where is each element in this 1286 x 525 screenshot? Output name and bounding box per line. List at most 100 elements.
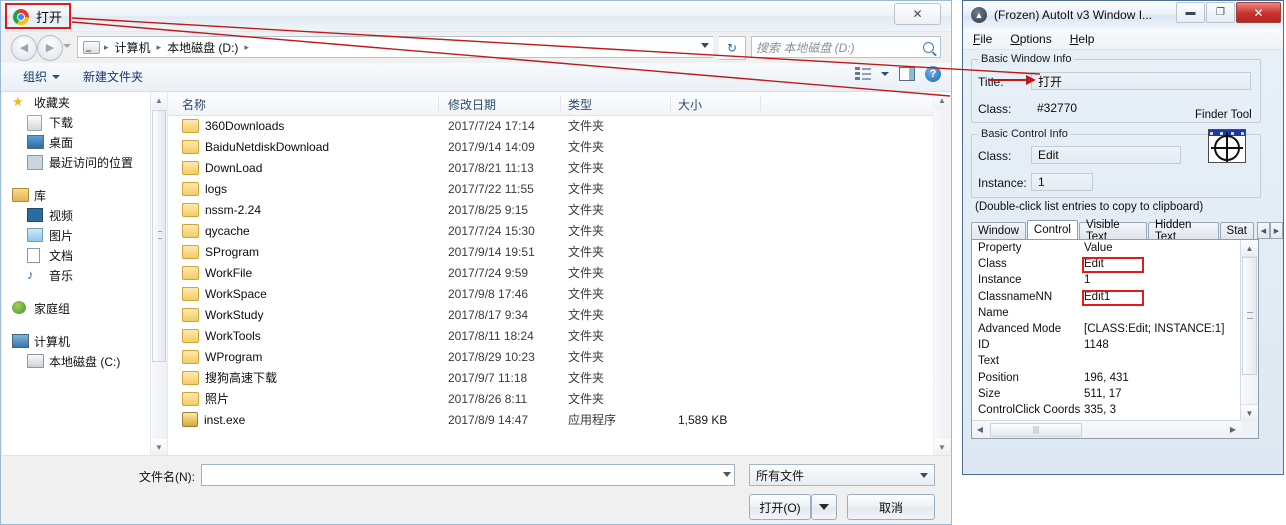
property-row[interactable]: ClassnameNN Edit1 <box>972 289 1241 305</box>
property-list-panel[interactable]: Property Value Class Edit Instance 1 Classname… <box>971 239 1259 439</box>
sidebar-item-1[interactable]: 下载 <box>2 112 150 132</box>
view-mode-chevron-down-icon[interactable] <box>881 72 889 76</box>
menu-file[interactable]: File <box>973 32 992 46</box>
column-divider[interactable] <box>670 96 671 111</box>
property-row[interactable]: Name <box>972 305 1241 321</box>
sidebar-item-6[interactable]: 图片 <box>2 225 150 245</box>
close-button[interactable]: ✕ <box>1236 2 1281 23</box>
table-row[interactable]: qycache 2017/7/24 15:30 文件夹 <box>168 220 933 241</box>
forward-button[interactable]: ▶ <box>37 35 63 61</box>
column-header-1[interactable]: 修改日期 <box>448 96 496 113</box>
sidebar-scrollbar[interactable]: ▲ ▼ <box>150 92 167 456</box>
table-row[interactable]: 360Downloads 2017/7/24 17:14 文件夹 <box>168 115 933 136</box>
list-scroll-up-arrow[interactable]: ▲ <box>934 92 950 109</box>
table-row[interactable]: 搜狗高速下载 2017/9/7 11:18 文件夹 <box>168 367 933 388</box>
control-class-value[interactable]: Edit <box>1031 146 1181 164</box>
menu-help[interactable]: Help <box>1070 32 1095 46</box>
refresh-button[interactable]: ↻ <box>719 36 746 60</box>
vertical-scroll-thumb[interactable] <box>1242 257 1257 375</box>
scroll-up-arrow[interactable]: ▲ <box>1241 240 1258 257</box>
tab-hidden-text[interactable]: Hidden Text <box>1147 219 1219 243</box>
sidebar-item-4[interactable]: 库 <box>2 185 150 205</box>
menu-options[interactable]: Options <box>1010 32 1051 46</box>
sidebar-item-10[interactable]: 计算机 <box>2 331 150 351</box>
breadcrumb-item-computer[interactable]: 计算机 <box>113 38 153 57</box>
sidebar-item-9[interactable]: 家庭组 <box>2 298 150 318</box>
sidebar-item-8[interactable]: ♪ 音乐 <box>2 265 150 285</box>
sidebar-scroll-thumb[interactable] <box>152 110 166 362</box>
tab-visible-text[interactable]: Visible Text <box>1078 219 1147 243</box>
sidebar-item-5[interactable]: 视频 <box>2 205 150 225</box>
sidebar-item-7[interactable]: 文档 <box>2 245 150 265</box>
cancel-button[interactable]: 取消 <box>847 494 935 520</box>
property-row[interactable]: Class Edit <box>972 256 1241 272</box>
file-list-body[interactable]: 360Downloads 2017/7/24 17:14 文件夹 BaiduNetdi… <box>168 115 933 456</box>
dialog-close-button[interactable]: ✕ <box>894 3 941 25</box>
table-row[interactable]: inst.exe 2017/8/9 14:47 应用程序 1,589 KB <box>168 409 933 430</box>
sidebar-item-3[interactable]: 最近访问的位置 <box>2 152 150 172</box>
property-list-vertical-scrollbar[interactable]: ▲ ▼ <box>1240 240 1258 421</box>
breadcrumb[interactable]: ▸ 计算机 ▸ 本地磁盘 (D:) ▸ <box>77 36 713 58</box>
scroll-down-arrow[interactable]: ▼ <box>1241 404 1258 421</box>
recent-locations-dropdown-icon[interactable] <box>63 44 71 48</box>
property-row[interactable]: ControlClick Coords 335, 3 <box>972 402 1241 418</box>
open-button[interactable]: 打开(O) <box>749 494 811 520</box>
property-row[interactable]: Instance 1 <box>972 272 1241 288</box>
open-dropdown-button[interactable] <box>811 494 837 520</box>
property-row[interactable]: Position 196, 431 <box>972 370 1241 386</box>
table-row[interactable]: 照片 2017/8/26 8:11 文件夹 <box>168 388 933 409</box>
breadcrumb-dropdown-icon[interactable] <box>701 43 709 48</box>
minimize-button[interactable]: ▬ <box>1176 2 1205 23</box>
tab-control[interactable]: Control <box>1026 220 1078 239</box>
sidebar-scroll-up-arrow[interactable]: ▲ <box>151 92 167 109</box>
tab-scroll-arrows[interactable]: ◀ ▶ <box>1257 222 1283 239</box>
table-row[interactable]: SProgram 2017/9/14 19:51 文件夹 <box>168 241 933 262</box>
back-button[interactable]: ◀ <box>11 35 37 61</box>
help-icon[interactable]: ? <box>925 66 941 82</box>
column-divider[interactable] <box>760 96 761 111</box>
list-scroll-down-arrow[interactable]: ▼ <box>934 439 950 456</box>
table-row[interactable]: DownLoad 2017/8/21 11:13 文件夹 <box>168 157 933 178</box>
tab-stat[interactable]: Stat <box>1219 222 1254 239</box>
table-row[interactable]: WorkSpace 2017/9/8 17:46 文件夹 <box>168 283 933 304</box>
scroll-left-arrow[interactable]: ◀ <box>972 422 988 437</box>
scroll-right-arrow[interactable]: ▶ <box>1225 422 1241 437</box>
sidebar-item-0[interactable]: ★ 收藏夹 <box>2 92 150 112</box>
column-header-3[interactable]: 大小 <box>678 96 702 113</box>
window-title-value[interactable]: 打开 <box>1031 72 1251 90</box>
tab-window[interactable]: Window <box>971 222 1026 239</box>
file-list-header[interactable]: 名称 修改日期 类型 大小 <box>168 92 933 116</box>
new-folder-button[interactable]: 新建文件夹 <box>83 68 143 85</box>
sidebar-item-11[interactable]: 本地磁盘 (C:) <box>2 351 150 371</box>
filename-input[interactable] <box>201 464 735 486</box>
search-input[interactable]: 搜索 本地磁盘 (D:) <box>756 39 923 56</box>
column-header-2[interactable]: 类型 <box>568 96 592 113</box>
table-row[interactable]: WProgram 2017/8/29 10:23 文件夹 <box>168 346 933 367</box>
property-list-horizontal-scrollbar[interactable]: ◀ ||| ▶ <box>972 420 1241 438</box>
navigation-sidebar[interactable]: ★ 收藏夹 下载 桌面 最近访问的位置库视频 图片 文档 ♪ 音乐 家庭组 计算机 本地磁盘 (C:) <box>2 92 150 456</box>
table-row[interactable]: WorkFile 2017/7/24 9:59 文件夹 <box>168 262 933 283</box>
crosshair-finder-icon[interactable] <box>1208 129 1246 163</box>
tab-scroll-right-arrow[interactable]: ▶ <box>1270 222 1283 239</box>
sidebar-scroll-down-arrow[interactable]: ▼ <box>151 439 167 456</box>
column-divider[interactable] <box>560 96 561 111</box>
file-list-scrollbar[interactable]: ▲ ▼ <box>934 92 950 456</box>
table-row[interactable]: logs 2017/7/22 11:55 文件夹 <box>168 178 933 199</box>
property-list[interactable]: Property Value Class Edit Instance 1 Classname… <box>972 240 1241 421</box>
property-row[interactable]: ID 1148 <box>972 337 1241 353</box>
maximize-button[interactable]: ❐ <box>1206 2 1235 23</box>
tab-scroll-left-arrow[interactable]: ◀ <box>1257 222 1270 239</box>
property-row[interactable]: Size 511, 17 <box>972 386 1241 402</box>
filename-dropdown-icon[interactable] <box>723 472 731 477</box>
file-list[interactable]: 名称 修改日期 类型 大小 360Downloads 2017/7/24 17:14 文件… <box>167 92 933 456</box>
column-divider[interactable] <box>438 96 439 111</box>
autoit-tabs[interactable]: Window Control Visible Text Hidden Text Stat… <box>971 219 1283 243</box>
breadcrumb-item-drive[interactable]: 本地磁盘 (D:) <box>165 38 240 57</box>
organize-button[interactable]: 组织 <box>23 68 61 85</box>
control-instance-value[interactable]: 1 <box>1031 173 1093 191</box>
table-row[interactable]: BaiduNetdiskDownload 2017/9/14 14:09 文件夹 <box>168 136 933 157</box>
table-row[interactable]: nssm-2.24 2017/8/25 9:15 文件夹 <box>168 199 933 220</box>
search-box[interactable]: 搜索 本地磁盘 (D:) <box>751 36 941 58</box>
file-type-select[interactable]: 所有文件 <box>749 464 935 486</box>
property-row[interactable]: Advanced Mode [CLASS:Edit; INSTANCE:1] <box>972 321 1241 337</box>
